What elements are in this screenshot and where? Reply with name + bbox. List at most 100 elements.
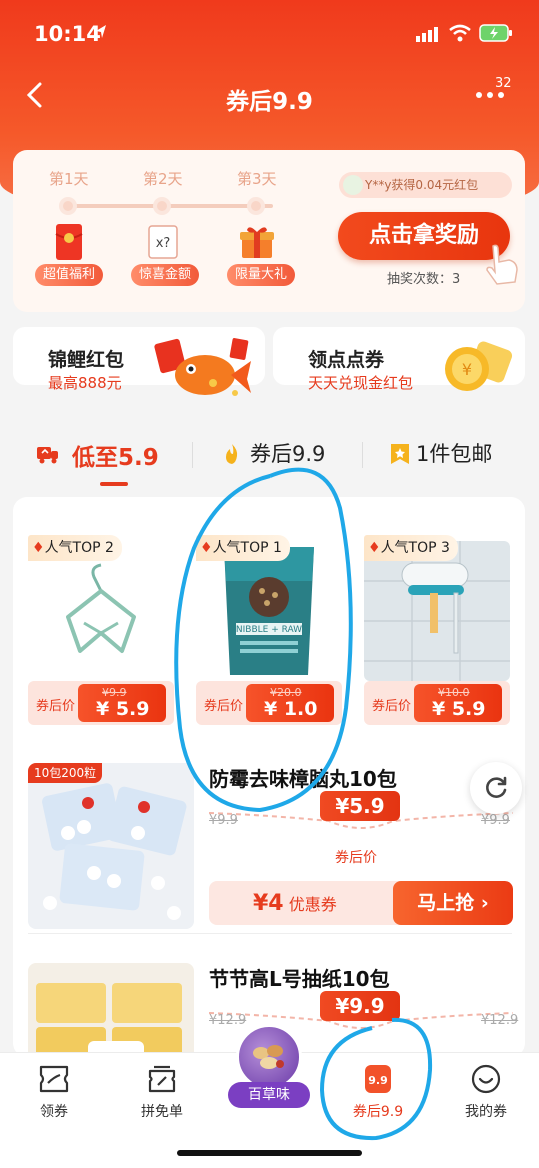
more-dots-icon[interactable] — [474, 90, 506, 100]
hanger-product-image — [28, 541, 174, 681]
product-name: 防霉去味樟脑丸10包 — [209, 767, 397, 791]
top-item-2[interactable]: ♦人气TOP 2 券后价 ¥9.9 ¥ 5.9 — [28, 535, 174, 725]
price-bar: 券后价 ¥9.9 ¥ 5.9 — [28, 681, 174, 725]
home-indicator — [177, 1150, 362, 1156]
coupon-cta: ¥4 优惠券 马上抢 › — [209, 881, 513, 925]
day-2-label: 第2天 — [143, 170, 183, 188]
tab-separator — [362, 442, 363, 468]
svg-text:NIBBLE + RAW: NIBBLE + RAW — [236, 625, 302, 635]
tab-after-coupon-9-9[interactable]: 券后9.9 — [250, 438, 325, 468]
pointing-hand-icon — [486, 244, 518, 285]
draw-count: 抽奖次数：3 — [387, 272, 461, 287]
koi-red-packet-sub: 最高888元 — [48, 374, 122, 392]
grab-now-button[interactable]: 马上抢 › — [393, 881, 513, 925]
rank-text: 人气TOP 1 — [212, 540, 282, 556]
coupon-amount-value: ¥4 — [253, 891, 284, 916]
product-name: 节节高L号抽纸10包 — [209, 967, 390, 991]
svg-text:x?: x? — [156, 236, 171, 251]
wifi-icon — [449, 24, 471, 42]
tab-label: 券后9.9 — [352, 1104, 404, 1120]
dian-coupon-sub: 天天兑现金红包 — [308, 374, 414, 392]
current-price: ¥ 1.0 — [264, 698, 318, 720]
dian-coupon-card[interactable]: 领点点券 天天兑现金红包 ¥ — [273, 327, 525, 392]
tab-label: 拼免单 — [141, 1104, 183, 1120]
tab-group-free[interactable]: 拼免单 — [112, 1061, 212, 1121]
page-title: 券后9.9 — [226, 89, 313, 115]
day-3-label: 第3天 — [237, 170, 277, 188]
lottery-card: 第1天 第2天 第3天 x? 超值福利 惊喜金额 限量大礼 Y**y获得0.04… — [13, 150, 525, 312]
price-box: ¥10.0 ¥ 5.9 — [414, 684, 502, 722]
top-item-3[interactable]: ♦人气TOP 3 券后价 ¥10.0 ¥ 5.9 — [364, 535, 510, 725]
coupon-group-icon — [148, 1065, 176, 1093]
svg-text:¥: ¥ — [462, 360, 472, 379]
battery-icon — [479, 24, 512, 42]
tab-free-shipping[interactable]: 1件包邮 — [416, 438, 492, 468]
rank-badge: ♦人气TOP 3 — [364, 535, 458, 561]
coupon-price-flag: ¥5.9 — [320, 791, 400, 821]
koi-red-packet-card[interactable]: 锦鲤红包 最高888元 — [13, 327, 265, 396]
coupon-label: 优惠券 — [288, 895, 337, 914]
tab-claim-coupon[interactable]: 领券 — [4, 1061, 104, 1121]
cellular-signal-icon — [416, 27, 438, 42]
smiley-icon — [471, 1064, 501, 1094]
mystery-amount-icon: x? — [148, 225, 178, 259]
location-arrow-icon — [96, 25, 106, 38]
rank-badge: ♦人气TOP 2 — [28, 535, 122, 561]
pack-tag: 10包200粒 — [28, 763, 103, 783]
active-tab-indicator — [100, 482, 128, 486]
after-coupon-label: 券后价 — [372, 699, 412, 714]
red-envelope-icon — [55, 224, 83, 260]
day-2-dot — [153, 197, 171, 215]
refresh-button[interactable] — [470, 762, 522, 814]
price-box: ¥20.0 ¥ 1.0 — [246, 684, 334, 722]
winner-text: Y**y获得0.04元红包 — [365, 178, 479, 192]
reward-1-label: 超值福利 — [35, 264, 104, 286]
message-count-badge: 32 — [495, 76, 512, 91]
price-bar: 券后价 ¥20.0 ¥ 1.0 — [196, 681, 342, 725]
coupon-coin-icon: ¥ — [445, 341, 513, 391]
tab-low-to-5-9[interactable]: 低至5.9 — [72, 438, 159, 472]
coupon-amount: ¥4 优惠券 — [253, 891, 337, 916]
winner-ticker: Y**y获得0.04元红包 — [339, 172, 512, 198]
category-tabs: 低至5.9 券后9.9 1件包邮 — [0, 430, 539, 490]
herbal-ad-button[interactable]: 百草味 — [228, 1024, 310, 1108]
nuts-icon — [253, 1045, 284, 1069]
rank-text: 人气TOP 2 — [44, 540, 114, 556]
tab-label: 我的券 — [465, 1104, 507, 1120]
original-price-left: ¥9.9 — [209, 813, 238, 828]
current-price: ¥ 5.9 — [96, 698, 150, 720]
reward-2-label: 惊喜金额 — [131, 264, 200, 286]
badge-text: 9.9 — [368, 1074, 388, 1087]
tab-label: 领券 — [40, 1104, 68, 1120]
nine-nine-badge-icon: 9.9 — [365, 1065, 391, 1093]
tissue-product-image — [28, 963, 194, 1057]
koi-red-packet-title: 锦鲤红包 — [48, 349, 125, 371]
price-box: ¥9.9 ¥ 5.9 — [78, 684, 166, 722]
herbal-label: 百草味 — [228, 1082, 310, 1108]
reward-3-label: 限量大礼 — [227, 264, 296, 286]
status-time: 10:14 — [34, 22, 101, 46]
price-bar: 券后价 ¥10.0 ¥ 5.9 — [364, 681, 510, 725]
product-panel: ♦人气TOP 2 券后价 ¥9.9 ¥ 5.9 NIBBLE + RAW ♦人气… — [13, 497, 525, 1057]
status-bar: 10:14 — [0, 0, 539, 66]
dian-coupon-title: 领点点券 — [308, 349, 385, 371]
gift-box-icon — [240, 227, 274, 258]
tab-after-coupon[interactable]: 9.9 券后9.9 — [328, 1061, 428, 1121]
coupon-price-flag: ¥9.9 — [320, 991, 400, 1021]
rank-text: 人气TOP 3 — [380, 540, 450, 556]
bookmark-star-icon — [391, 444, 409, 464]
mothball-product-image — [28, 763, 194, 929]
delivery-truck-icon — [37, 447, 58, 464]
tab-separator — [192, 442, 193, 468]
after-coupon-label: 券后价 — [335, 850, 377, 866]
rank-badge: ♦人气TOP 1 — [196, 535, 290, 561]
koi-fish-icon — [154, 338, 251, 396]
wall-holder-product-image — [364, 541, 510, 681]
refresh-icon — [486, 776, 507, 798]
cat-food-product-image: NIBBLE + RAW — [196, 541, 342, 681]
ticket-icon — [39, 1065, 69, 1093]
top-item-1[interactable]: NIBBLE + RAW ♦人气TOP 1 券后价 ¥20.0 ¥ 1.0 — [196, 535, 342, 725]
tab-my-coupons[interactable]: 我的券 — [436, 1061, 536, 1121]
original-price-right: ¥9.9 — [481, 813, 510, 828]
nut-snack-image — [236, 1024, 302, 1090]
